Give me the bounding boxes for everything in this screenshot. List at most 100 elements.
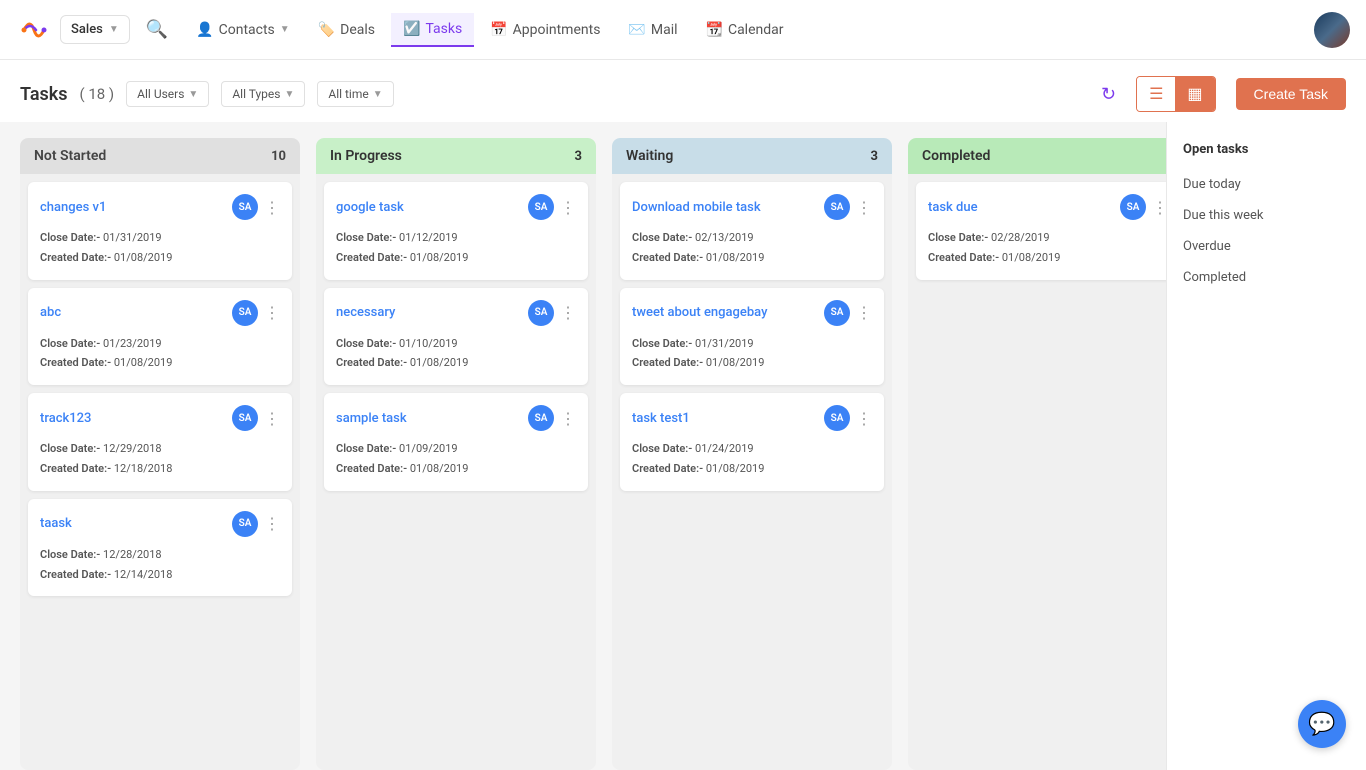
card-title[interactable]: changes v1	[40, 200, 106, 215]
card-title[interactable]: sample task	[336, 411, 407, 426]
nav-appointments[interactable]: 📅 Appointments	[478, 14, 612, 46]
card-menu-button[interactable]: ⋮	[856, 198, 872, 217]
card-actions: SA ⋮	[1120, 194, 1166, 220]
card-menu-button[interactable]: ⋮	[856, 303, 872, 322]
nav-mail[interactable]: ✉️ Mail	[616, 14, 689, 46]
card-close-date: Close Date:- 01/10/2019	[336, 334, 576, 354]
card-header: abc SA ⋮	[40, 300, 280, 326]
card-created-date: Created Date:- 12/18/2018	[40, 459, 280, 479]
chat-button[interactable]: 💬	[1298, 700, 1346, 748]
card-title[interactable]: necessary	[336, 305, 395, 320]
nav-mail-label: Mail	[651, 22, 678, 38]
card-meta: Close Date:- 01/31/2019 Created Date:- 0…	[632, 334, 872, 374]
card-meta: Close Date:- 01/24/2019 Created Date:- 0…	[632, 439, 872, 479]
card-menu-button[interactable]: ⋮	[856, 409, 872, 428]
filter-time-chevron: ▼	[373, 89, 383, 100]
card-menu-button[interactable]: ⋮	[1152, 198, 1166, 217]
card-title[interactable]: task due	[928, 200, 978, 215]
card-avatar: SA	[528, 300, 554, 326]
card-title[interactable]: abc	[40, 305, 61, 320]
col-body-in-progress: google task SA ⋮ Close Date:- 01/12/2019…	[316, 174, 596, 770]
card-menu-button[interactable]: ⋮	[264, 514, 280, 533]
nav-contacts[interactable]: 👤 Contacts ▼	[184, 14, 302, 46]
refresh-button[interactable]: ↻	[1101, 84, 1116, 105]
filter-all-time[interactable]: All time ▼	[317, 81, 393, 107]
card-header: task test1 SA ⋮	[632, 405, 872, 431]
filter-all-types[interactable]: All Types ▼	[221, 81, 305, 107]
card-menu-button[interactable]: ⋮	[560, 409, 576, 428]
card-menu-button[interactable]: ⋮	[264, 198, 280, 217]
sidebar-filter-due-this-week[interactable]: Due this week	[1167, 200, 1366, 231]
card-menu-button[interactable]: ⋮	[264, 409, 280, 428]
card-title[interactable]: tweet about engagebay	[632, 305, 767, 320]
kanban-col-completed: Completed 1 task due SA ⋮ Close Date:- 0…	[908, 138, 1166, 770]
card-meta: Close Date:- 02/28/2019 Created Date:- 0…	[928, 228, 1166, 268]
col-title-completed: Completed	[922, 148, 990, 164]
card-title[interactable]: google task	[336, 200, 404, 215]
card-created-date: Created Date:- 12/14/2018	[40, 565, 280, 585]
card-title[interactable]: Download mobile task	[632, 200, 761, 215]
search-icon[interactable]: 🔍	[146, 19, 168, 40]
kanban-board: Not Started 10 changes v1 SA ⋮ Close Dat…	[0, 122, 1166, 770]
card-header: task due SA ⋮	[928, 194, 1166, 220]
nav-deals-label: Deals	[340, 22, 375, 38]
kanban-col-waiting: Waiting 3 Download mobile task SA ⋮ Clos…	[612, 138, 892, 770]
card-created-date: Created Date:- 01/08/2019	[632, 459, 872, 479]
card-close-date: Close Date:- 01/31/2019	[632, 334, 872, 354]
card-avatar: SA	[232, 194, 258, 220]
sidebar-filter-due-today[interactable]: Due today	[1167, 169, 1366, 200]
card-actions: SA ⋮	[232, 511, 280, 537]
col-title-waiting: Waiting	[626, 148, 673, 164]
nav-items: 👤 Contacts ▼ 🏷️ Deals ☑️ Tasks 📅 Appoint…	[184, 13, 1306, 47]
user-avatar[interactable]	[1314, 12, 1350, 48]
card-created-date: Created Date:- 01/08/2019	[632, 248, 872, 268]
card-created-date: Created Date:- 01/08/2019	[336, 248, 576, 268]
nav-deals[interactable]: 🏷️ Deals	[306, 14, 387, 46]
workspace-label: Sales	[71, 22, 103, 37]
nav-calendar-label: Calendar	[728, 22, 784, 38]
card-meta: Close Date:- 02/13/2019 Created Date:- 0…	[632, 228, 872, 268]
nav-tasks-label: Tasks	[425, 21, 462, 37]
card-actions: SA ⋮	[528, 194, 576, 220]
card-menu-button[interactable]: ⋮	[560, 198, 576, 217]
card-meta: Close Date:- 01/23/2019 Created Date:- 0…	[40, 334, 280, 374]
main-content: Not Started 10 changes v1 SA ⋮ Close Dat…	[0, 122, 1366, 770]
sidebar-filter-overdue[interactable]: Overdue	[1167, 231, 1366, 262]
card-created-date: Created Date:- 01/08/2019	[928, 248, 1166, 268]
card-actions: SA ⋮	[824, 194, 872, 220]
col-body-waiting: Download mobile task SA ⋮ Close Date:- 0…	[612, 174, 892, 770]
mail-icon: ✉️	[628, 22, 645, 38]
task-count: ( 18 )	[80, 85, 115, 103]
card-menu-button[interactable]: ⋮	[560, 303, 576, 322]
card-created-date: Created Date:- 01/08/2019	[336, 459, 576, 479]
nav-tasks[interactable]: ☑️ Tasks	[391, 13, 474, 47]
list-view-button[interactable]: ☰	[1137, 77, 1175, 111]
card-avatar: SA	[232, 405, 258, 431]
task-card: google task SA ⋮ Close Date:- 01/12/2019…	[324, 182, 588, 280]
card-title[interactable]: task test1	[632, 411, 690, 426]
card-header: track123 SA ⋮	[40, 405, 280, 431]
contacts-icon: 👤	[196, 22, 213, 38]
kanban-view-button[interactable]: ▦	[1175, 77, 1214, 111]
page-title: Tasks	[20, 84, 68, 105]
app-logo	[16, 12, 52, 48]
card-meta: Close Date:- 12/28/2018 Created Date:- 1…	[40, 545, 280, 585]
sidebar-filter-completed[interactable]: Completed	[1167, 262, 1366, 293]
card-avatar: SA	[232, 300, 258, 326]
task-card: track123 SA ⋮ Close Date:- 12/29/2018 Cr…	[28, 393, 292, 491]
card-header: google task SA ⋮	[336, 194, 576, 220]
col-header-waiting: Waiting 3	[612, 138, 892, 174]
card-title[interactable]: track123	[40, 411, 91, 426]
card-created-date: Created Date:- 01/08/2019	[632, 353, 872, 373]
card-menu-button[interactable]: ⋮	[264, 303, 280, 322]
nav-calendar[interactable]: 📆 Calendar	[694, 14, 796, 46]
card-title[interactable]: taask	[40, 516, 72, 531]
task-card: sample task SA ⋮ Close Date:- 01/09/2019…	[324, 393, 588, 491]
right-sidebar: Open tasks Due todayDue this weekOverdue…	[1166, 122, 1366, 770]
filter-all-users[interactable]: All Users ▼	[126, 81, 209, 107]
card-close-date: Close Date:- 12/28/2018	[40, 545, 280, 565]
create-task-button[interactable]: Create Task	[1236, 78, 1346, 110]
kanban-col-in-progress: In Progress 3 google task SA ⋮ Close Dat…	[316, 138, 596, 770]
sidebar-filters: Due todayDue this weekOverdueCompleted	[1167, 169, 1366, 293]
workspace-dropdown[interactable]: Sales ▼	[60, 15, 130, 44]
